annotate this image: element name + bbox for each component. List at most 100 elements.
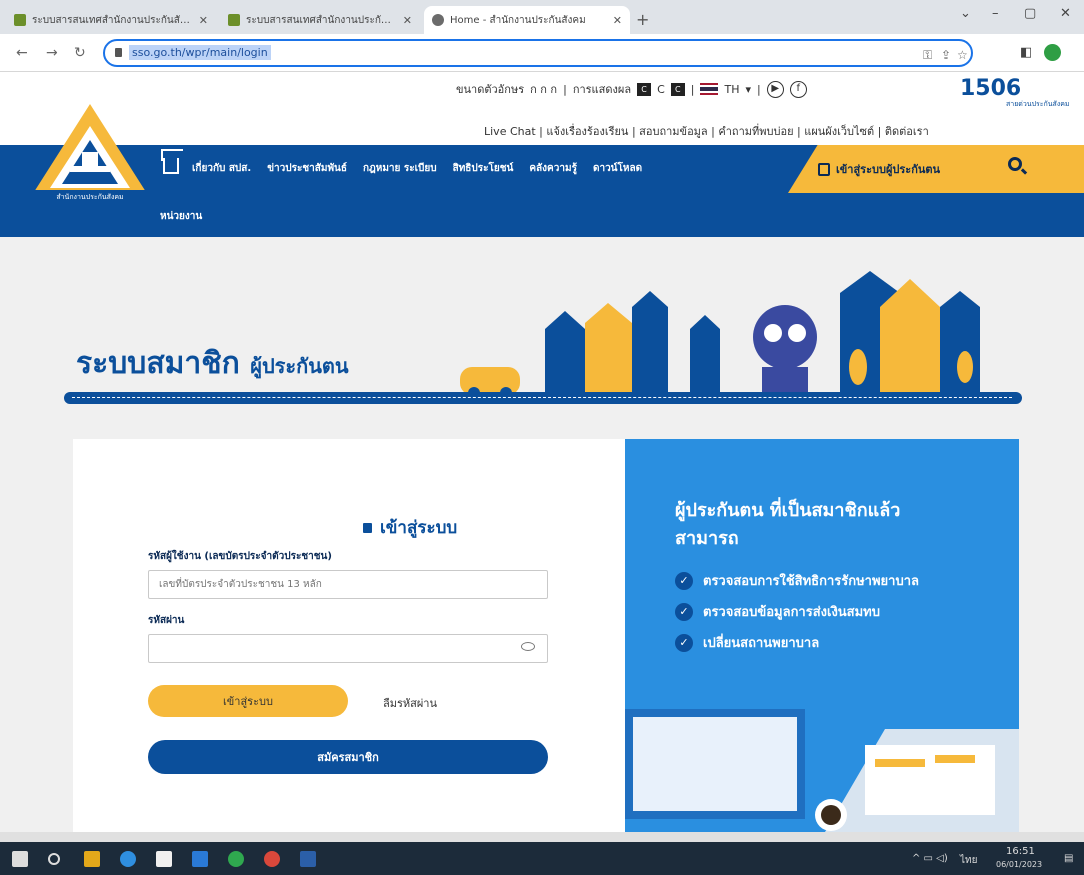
benefit-text: เปลี่ยนสถานพยาบาล <box>703 636 820 651</box>
language-select[interactable]: TH <box>724 83 739 96</box>
link-inquiry[interactable]: สอบถามข้อมูล <box>639 125 708 138</box>
lock-icon <box>818 162 830 176</box>
browser-tab-2[interactable]: ระบบสารสนเทศสำนักงานประกันสังคม ✕ <box>220 6 420 34</box>
windows-start-icon[interactable] <box>12 851 28 867</box>
banner-title-main: ระบบสมาชิก <box>76 346 240 381</box>
notification-icon[interactable]: ▤ <box>1064 853 1073 864</box>
nav-agencies[interactable]: หน่วยงาน <box>160 209 202 224</box>
search-icon[interactable] <box>48 853 60 865</box>
banner-road <box>64 392 1022 404</box>
banner-title: ระบบสมาชิก ผู้ประกันตน <box>76 340 349 387</box>
password-input[interactable] <box>148 634 548 663</box>
nav-benefits[interactable]: สิทธิประโยชน์ <box>453 161 514 176</box>
facebook-icon[interactable]: f <box>789 80 807 98</box>
close-icon[interactable]: ✕ <box>403 14 412 27</box>
browser-tab-1[interactable]: ระบบสารสนเทศสำนักงานประกันสังคม ✕ <box>6 6 216 34</box>
info-heading: ผู้ประกันตน ที่เป็นสมาชิกแล้ว สามารถ <box>675 497 900 553</box>
sso-website: ขนาดตัวอักษร ก ก ก | การแสดงผล C C C | T… <box>0 72 1084 832</box>
line-app-icon[interactable] <box>228 851 244 867</box>
link-contact[interactable]: ติดต่อเรา <box>885 125 929 138</box>
close-icon[interactable]: ✕ <box>613 14 622 27</box>
tray-icons[interactable]: ^ ▭ ◁) <box>912 853 948 864</box>
sso-favicon-icon <box>14 14 26 26</box>
windows-taskbar: ^ ▭ ◁) ไทย 16:51 06/01/2023 ▤ <box>0 842 1084 875</box>
username-input[interactable] <box>148 570 548 599</box>
login-button[interactable]: เข้าสู่ระบบ <box>148 685 348 717</box>
forward-arrow-icon[interactable]: → <box>46 45 58 61</box>
check-icon: ✓ <box>675 602 693 621</box>
contrast-normal-button[interactable]: C <box>657 83 665 96</box>
search-icon[interactable] <box>1008 157 1022 171</box>
check-icon: ✓ <box>675 633 693 652</box>
chevron-down-icon[interactable]: ⌄ <box>960 6 971 21</box>
link-live-chat[interactable]: Live Chat <box>484 125 536 138</box>
main-navbar: เกี่ยวกับ สปส. ข่าวประชาสัมพันธ์ กฎหมาย … <box>0 145 1084 237</box>
back-arrow-icon[interactable]: ← <box>16 45 28 61</box>
clock-time[interactable]: 16:51 <box>1006 846 1035 857</box>
banner-title-sub: ผู้ประกันตน <box>250 354 349 378</box>
laptop-illustration <box>625 709 1019 832</box>
nav-member-login[interactable]: เข้าสู่ระบบผู้ประกันตน <box>818 160 940 178</box>
nav-news[interactable]: ข่าวประชาสัมพันธ์ <box>267 161 347 176</box>
forgot-password-link[interactable]: ลืมรหัสผ่าน <box>383 694 437 712</box>
globe-favicon-icon <box>432 14 444 26</box>
reload-icon[interactable]: ↻ <box>74 45 86 61</box>
benefit-item: ✓ ตรวจสอบข้อมูลการส่งเงินสมทบ <box>675 601 880 622</box>
close-icon[interactable]: ✕ <box>199 14 208 27</box>
nav-menu: เกี่ยวกับ สปส. ข่าวประชาสัมพันธ์ กฎหมาย … <box>192 161 642 176</box>
edge-icon[interactable] <box>120 851 136 867</box>
star-icon[interactable]: ☆ <box>957 48 968 62</box>
chevron-down-icon[interactable]: ▾ <box>745 83 751 96</box>
tab-title: Home - สำนักงานประกันสังคม <box>450 14 586 26</box>
nav-about[interactable]: เกี่ยวกับ สปส. <box>192 161 251 176</box>
divider: | <box>757 82 761 96</box>
url-text[interactable]: sso.go.th/wpr/main/login <box>129 45 271 60</box>
quick-links: Live Chat | แจ้งเรื่องร้องเรียน | สอบถาม… <box>484 125 929 138</box>
hotline-caption: สายด่วนประกันสังคม <box>1006 100 1070 108</box>
clock-date[interactable]: 06/01/2023 <box>996 860 1042 869</box>
utility-header: ขนาดตัวอักษร ก ก ก | การแสดงผล C C C | T… <box>0 72 1084 145</box>
login-title: เข้าสู่ระบบ <box>363 514 457 541</box>
minimize-button[interactable]: – <box>992 6 999 21</box>
chrome-icon[interactable] <box>264 851 280 867</box>
contrast-dark-button[interactable]: C <box>637 82 652 96</box>
hotline-number[interactable]: 1506 <box>960 76 1021 101</box>
address-bar[interactable]: sso.go.th/wpr/main/login ⚿ ⇪ ☆ <box>103 39 973 67</box>
benefit-text: ตรวจสอบข้อมูลการส่งเงินสมทบ <box>703 605 881 620</box>
font-size-buttons[interactable]: ก ก ก <box>530 80 557 98</box>
password-label: รหัสผ่าน <box>148 615 185 626</box>
logo-caption: สำนักงานประกันสังคม <box>30 190 150 205</box>
link-sitemap[interactable]: แผนผังเว็บไซต์ <box>804 125 874 138</box>
new-tab-button[interactable]: + <box>636 10 649 29</box>
contrast-high-button[interactable]: C <box>670 82 685 96</box>
file-explorer-icon[interactable] <box>84 851 100 867</box>
nav-download[interactable]: ดาวน์โหลด <box>593 161 642 176</box>
nav-law[interactable]: กฎหมาย ระเบียบ <box>363 161 437 176</box>
link-faq[interactable]: คำถามที่พบบ่อย <box>718 125 793 138</box>
sso-favicon-icon <box>228 14 240 26</box>
register-button[interactable]: สมัครสมาชิก <box>148 740 548 774</box>
nav-knowledge[interactable]: คลังความรู้ <box>529 161 577 176</box>
word-icon[interactable] <box>300 851 316 867</box>
lock-icon <box>115 48 122 57</box>
close-window-button[interactable]: ✕ <box>1060 6 1071 21</box>
info-heading-line1: ผู้ประกันตน ที่เป็นสมาชิกแล้ว <box>675 500 901 521</box>
link-complaint[interactable]: แจ้งเรื่องร้องเรียน <box>546 125 628 138</box>
profile-avatar[interactable] <box>1044 44 1061 61</box>
key-icon[interactable]: ⚿ <box>923 48 932 63</box>
browser-tab-3-active[interactable]: Home - สำนักงานประกันสังคม ✕ <box>424 6 630 34</box>
font-size-label: ขนาดตัวอักษร <box>456 83 525 96</box>
hero-banner: ระบบสมาชิก ผู้ประกันตน <box>0 237 1084 437</box>
youtube-icon[interactable]: ▶ <box>766 80 784 98</box>
eye-icon[interactable] <box>521 642 535 651</box>
share-icon[interactable]: ⇪ <box>941 48 951 62</box>
input-language[interactable]: ไทย <box>960 853 977 868</box>
divider: | <box>563 82 567 96</box>
horizontal-scrollbar[interactable] <box>0 832 1084 842</box>
mail-icon[interactable] <box>192 851 208 867</box>
store-icon[interactable] <box>156 851 172 867</box>
split-view-icon[interactable]: ◧ <box>1020 45 1032 60</box>
login-card: เข้าสู่ระบบ รหัสผู้ใช้งาน (เลขบัตรประจำต… <box>73 439 625 832</box>
home-icon[interactable] <box>163 158 179 174</box>
maximize-button[interactable]: ▢ <box>1024 6 1036 21</box>
